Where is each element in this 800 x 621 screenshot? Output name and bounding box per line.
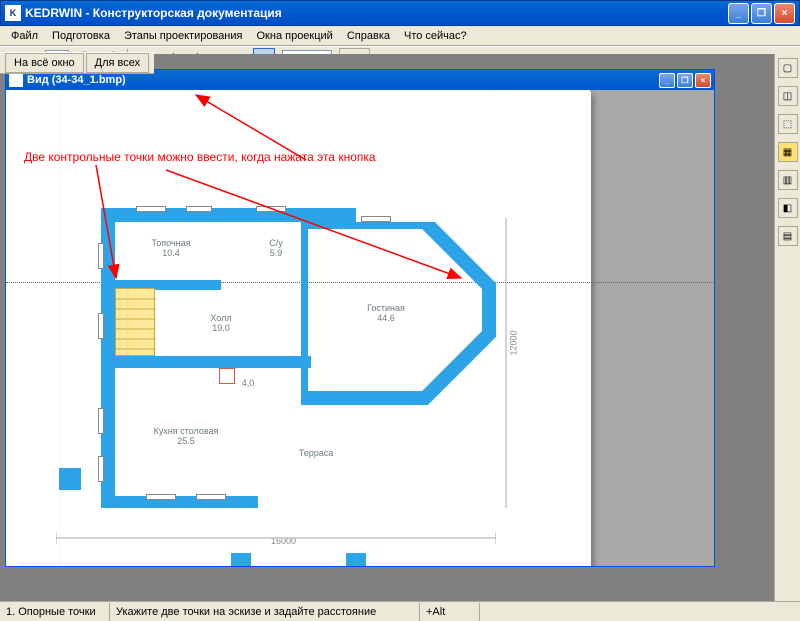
app-name: KEDRWIN — [25, 6, 82, 20]
view-maximize-button[interactable]: ❐ — [677, 73, 693, 88]
app-subtitle: Конструкторская документация — [93, 6, 282, 20]
floor-plan: Топочная 10.4 С/у 5.9 Холл 19.0 4,0 Гост… — [101, 208, 501, 528]
window — [146, 494, 176, 500]
view-minimize-button[interactable]: _ — [659, 73, 675, 88]
menu-file[interactable]: Файл — [4, 28, 45, 44]
app-icon: K — [5, 5, 21, 21]
pillar — [346, 553, 366, 566]
titlebar: K KEDRWIN - Конструкторская документация… — [0, 0, 800, 26]
status-alt: +Alt — [420, 603, 480, 621]
pillar — [231, 553, 251, 566]
pillar — [59, 468, 81, 490]
view-window: Вид (34-34_1.bmp) _ ❐ × Две контрольные … — [5, 69, 715, 567]
view-close-button[interactable]: × — [695, 73, 711, 88]
view-title: Вид (34-34_1.bmp) — [27, 74, 659, 86]
canvas-gray-area — [590, 90, 714, 566]
room-su-name: С/у — [269, 238, 283, 248]
window — [186, 206, 212, 212]
dock-btn-3[interactable]: ⬚ — [778, 114, 798, 134]
room-kuhnya-name: Кухня столовая — [154, 426, 219, 436]
window — [256, 206, 286, 212]
room-topochnaya-name: Топочная — [151, 238, 190, 248]
menubar: Файл Подготовка Этапы проектирования Окн… — [0, 26, 800, 46]
maximize-button[interactable]: ❐ — [751, 3, 772, 24]
window — [98, 313, 104, 339]
workspace: На всё окно Для всех Вид (34-34_1.bmp) _… — [0, 54, 800, 601]
dock-btn-4[interactable]: ▦ — [778, 142, 798, 162]
room-holl-area: 19.0 — [212, 323, 230, 333]
window — [98, 456, 104, 482]
window — [98, 408, 104, 434]
window — [136, 206, 166, 212]
gostinaya-outline — [301, 222, 511, 432]
dim-line-v — [496, 218, 516, 508]
for-all-button[interactable]: Для всех — [86, 53, 149, 73]
wall — [101, 356, 311, 368]
menu-stages[interactable]: Этапы проектирования — [117, 28, 250, 44]
room-topochnaya-area: 10.4 — [162, 248, 180, 258]
canvas[interactable]: Две контрольные точки можно ввести, когд… — [6, 90, 714, 566]
menu-projections[interactable]: Окна проекций — [250, 28, 340, 44]
room-terrasa-name: Терраса — [299, 448, 334, 458]
dock-btn-7[interactable]: ▤ — [778, 226, 798, 246]
room-small-area: 4,0 — [242, 378, 255, 388]
full-window-button[interactable]: На всё окно — [5, 53, 84, 73]
room-gostinaya-area: 44.6 — [377, 313, 395, 323]
status-hint: Укажите две точки на эскизе и задайте ра… — [110, 603, 420, 621]
menu-help[interactable]: Справка — [340, 28, 397, 44]
dock-btn-6[interactable]: ◧ — [778, 198, 798, 218]
room-kuhnya-area: 25.5 — [177, 436, 195, 446]
room-su-area: 5.9 — [270, 248, 283, 258]
window — [98, 243, 104, 269]
window — [361, 216, 391, 222]
wall — [101, 496, 258, 508]
stairs — [115, 288, 155, 356]
dock-btn-2[interactable]: ◫ — [778, 86, 798, 106]
window-controls: _ ❐ × — [728, 3, 795, 24]
menu-prepare[interactable]: Подготовка — [45, 28, 117, 44]
close-button[interactable]: × — [774, 3, 795, 24]
dock-btn-1[interactable]: ▢ — [778, 58, 798, 78]
dock-btn-5[interactable]: ▥ — [778, 170, 798, 190]
status-step: 1. Опорные точки — [0, 603, 110, 621]
annotation-text: Две контрольные точки можно ввести, когд… — [24, 150, 376, 164]
statusbar: 1. Опорные точки Укажите две точки на эс… — [0, 601, 800, 621]
menu-whatnow[interactable]: Что сейчас? — [397, 28, 474, 44]
window — [196, 494, 226, 500]
view-icon — [9, 73, 23, 87]
dim-line-h — [56, 528, 496, 548]
room-gostinaya-name: Гостиная — [367, 303, 405, 313]
room-holl-name: Холл — [210, 313, 231, 323]
title-text: KEDRWIN - Конструкторская документация — [25, 6, 728, 20]
right-dock: ▢ ◫ ⬚ ▦ ▥ ◧ ▤ — [774, 54, 800, 601]
minimize-button[interactable]: _ — [728, 3, 749, 24]
